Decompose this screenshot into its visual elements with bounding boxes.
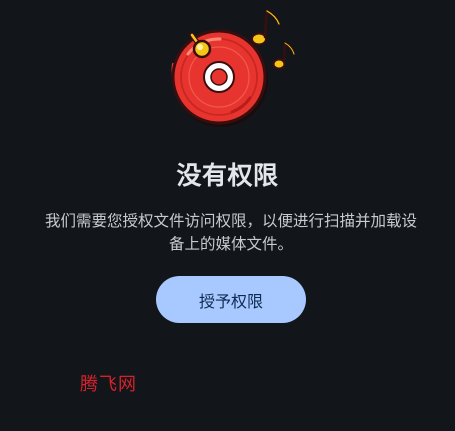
permission-description: 我们需要您授权文件访问权限，以便进行扫描并加载设备上的媒体文件。	[44, 212, 417, 253]
music-record-icon	[171, 9, 296, 127]
music-note-icon	[272, 41, 296, 70]
page-title: 没有权限	[176, 161, 279, 190]
music-note-icon	[251, 9, 281, 46]
watermark: 腾飞网	[80, 374, 137, 395]
grant-permission-button[interactable]: 授予权限	[156, 276, 306, 323]
permission-screen: 没有权限 我们需要您授权文件访问权限，以便进行扫描并加载设备上的媒体文件。 授予…	[0, 0, 455, 431]
